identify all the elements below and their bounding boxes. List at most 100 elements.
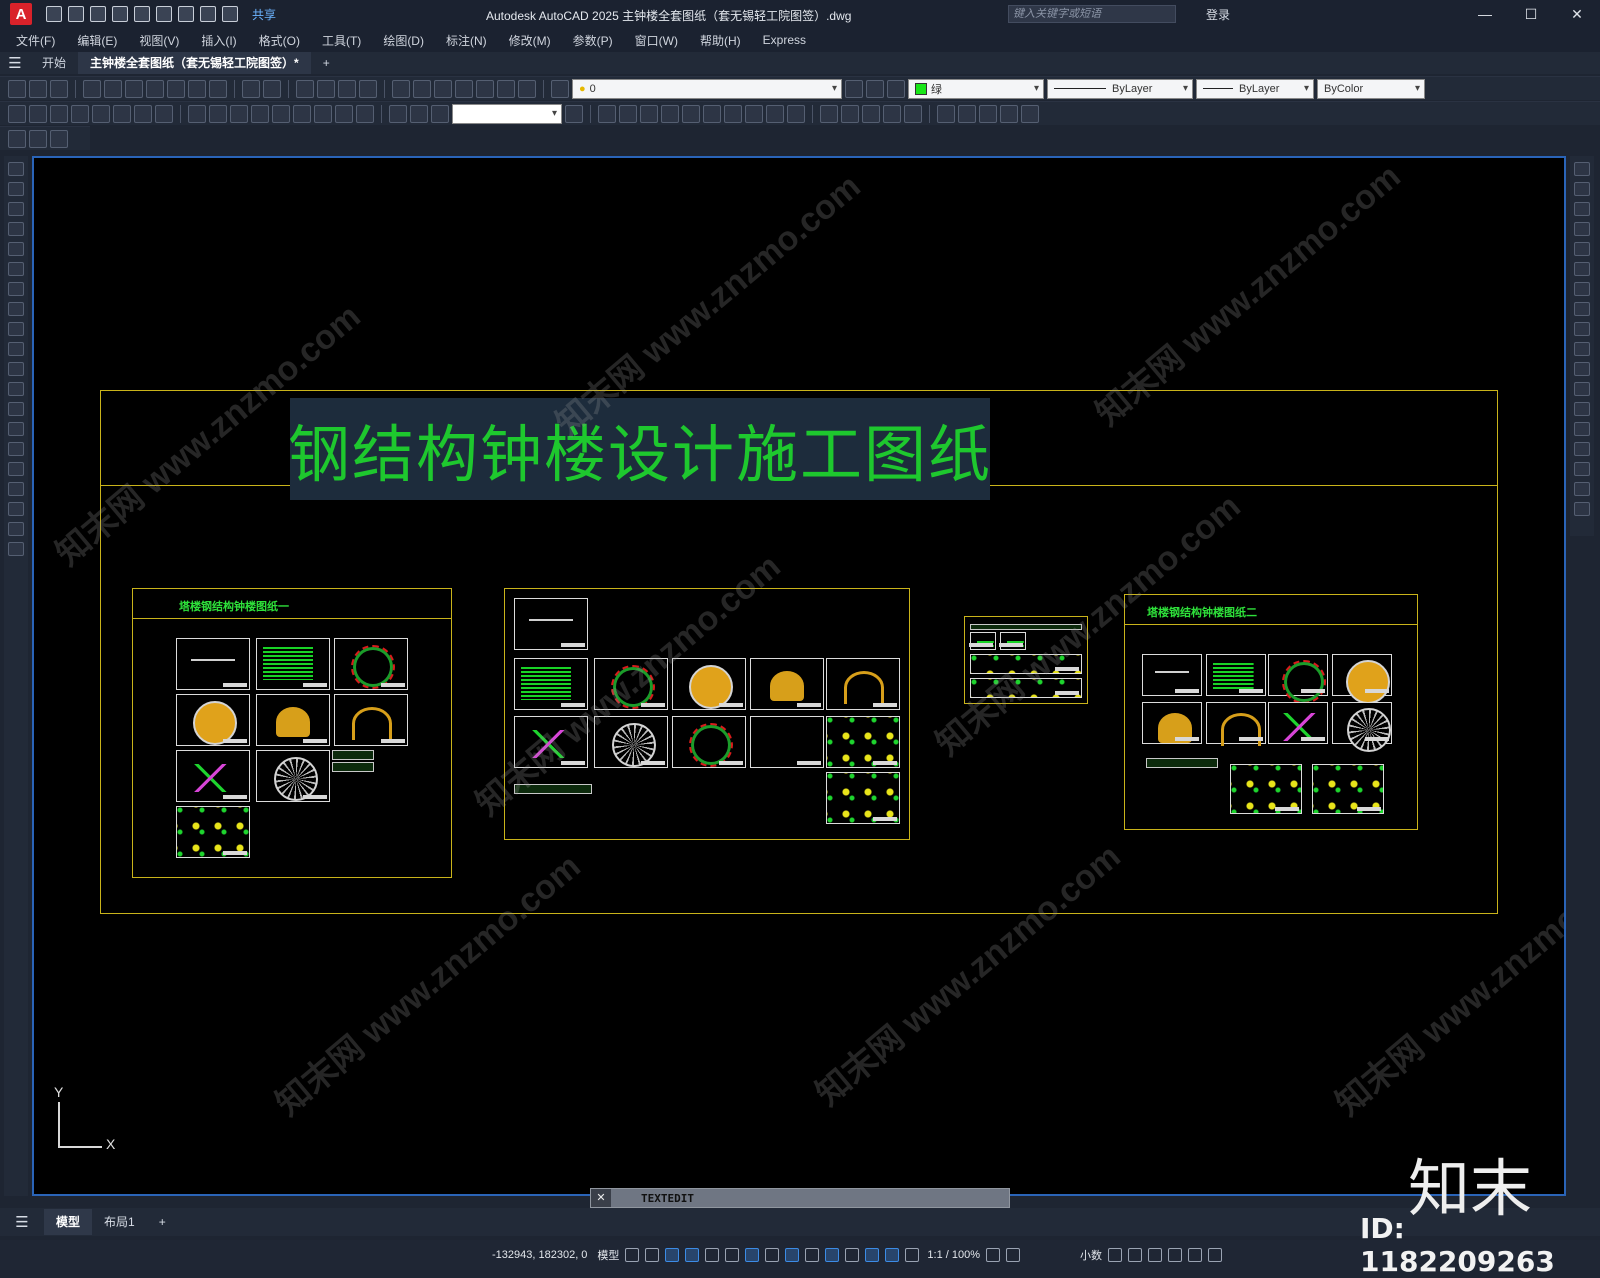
ucs-world-icon[interactable] <box>958 104 976 123</box>
layer-states-icon[interactable] <box>887 79 905 98</box>
offset-icon[interactable] <box>1574 222 1590 236</box>
layer-walk-icon[interactable] <box>50 129 68 148</box>
add-layout-button[interactable]: + <box>147 1209 178 1235</box>
drawing-thumbnail[interactable] <box>672 716 746 768</box>
aligned-dim-icon[interactable] <box>29 104 47 123</box>
drawing-thumbnail[interactable] <box>750 716 824 768</box>
drawing-thumbnail[interactable] <box>672 658 746 710</box>
chamfer-icon[interactable] <box>1574 442 1590 456</box>
view-sw-iso-icon[interactable] <box>724 104 742 123</box>
drawing-thumbnail[interactable] <box>969 632 996 650</box>
center-mark-icon[interactable] <box>314 104 332 123</box>
drawing-thumbnail[interactable] <box>176 694 250 746</box>
color-dropdown[interactable]: 绿 <box>908 78 1044 99</box>
block-create-icon[interactable] <box>29 129 47 148</box>
block-insert-icon[interactable] <box>8 129 26 148</box>
drawing-thumbnail[interactable] <box>970 654 1082 674</box>
design-center-icon[interactable] <box>413 79 431 98</box>
calculator-icon[interactable] <box>497 79 515 98</box>
drawing-thumbnail[interactable] <box>1332 702 1392 752</box>
view-nw-iso-icon[interactable] <box>787 104 805 123</box>
gradient-icon[interactable] <box>8 462 24 476</box>
customization-icon[interactable] <box>1208 1248 1223 1262</box>
tab-model[interactable]: 模型 <box>44 1209 93 1235</box>
scale-icon[interactable] <box>1574 302 1590 316</box>
isodraft-icon[interactable] <box>705 1248 720 1262</box>
shade-realistic-icon[interactable] <box>883 104 901 123</box>
drawing-thumbnail[interactable] <box>826 772 900 824</box>
quick-dim-icon[interactable] <box>188 104 206 123</box>
shade-hidden-icon[interactable] <box>862 104 880 123</box>
trim-icon[interactable] <box>1574 342 1590 356</box>
layer-previous-icon[interactable] <box>866 79 884 98</box>
model-space-toggle[interactable]: 模型 <box>597 1247 619 1263</box>
properties-icon[interactable] <box>392 79 410 98</box>
menu-format[interactable]: 格式(O) <box>259 32 300 49</box>
erase-icon[interactable] <box>1574 162 1590 176</box>
view-bottom-icon[interactable] <box>619 104 637 123</box>
new-file-icon[interactable] <box>46 6 62 22</box>
undo-icon[interactable] <box>242 79 260 98</box>
menu-draw[interactable]: 绘图(D) <box>383 32 424 49</box>
drawing-thumbnail[interactable] <box>1268 702 1328 744</box>
print-icon[interactable] <box>83 79 101 98</box>
command-input[interactable]: TEXTEDIT <box>641 1192 694 1205</box>
dim-style-dropdown[interactable] <box>452 103 562 124</box>
menu-insert[interactable]: 插入(I) <box>201 32 236 49</box>
table-icon[interactable] <box>8 502 24 516</box>
zoom-previous-icon[interactable] <box>359 79 377 98</box>
polyline-icon[interactable] <box>8 202 24 216</box>
blend-icon[interactable] <box>1574 482 1590 496</box>
tab-start[interactable]: 开始 <box>30 52 78 74</box>
share-button[interactable]: 共享 <box>252 6 276 23</box>
view-left-icon[interactable] <box>640 104 658 123</box>
drawing-thumbnail[interactable] <box>1230 764 1302 814</box>
drawing-thumbnail[interactable] <box>1312 764 1384 814</box>
pan-icon[interactable] <box>296 79 314 98</box>
grid-icon[interactable] <box>625 1248 640 1262</box>
region-icon[interactable] <box>8 482 24 496</box>
drawing-thumbnail[interactable] <box>514 716 588 768</box>
spline-icon[interactable] <box>8 322 24 336</box>
add-selected-icon[interactable] <box>8 542 24 556</box>
transparency-icon[interactable] <box>785 1248 800 1262</box>
mtext-icon[interactable] <box>8 522 24 536</box>
minimize-icon[interactable]: — <box>1462 0 1508 28</box>
snap-icon[interactable] <box>645 1248 660 1262</box>
extend-icon[interactable] <box>1574 362 1590 376</box>
radius-dim-icon[interactable] <box>92 104 110 123</box>
linear-dim-icon[interactable] <box>8 104 26 123</box>
array-icon[interactable] <box>1574 242 1590 256</box>
drawing-thumbnail[interactable] <box>970 678 1082 698</box>
ortho-icon[interactable] <box>665 1248 680 1262</box>
copy-icon[interactable] <box>167 79 185 98</box>
drawing-thumbnail[interactable] <box>334 694 408 746</box>
markup-icon[interactable] <box>476 79 494 98</box>
drawing-thumbnail[interactable] <box>1142 654 1202 696</box>
revcloud-icon[interactable] <box>8 302 24 316</box>
dim-style-icon[interactable] <box>565 104 583 123</box>
object-snap-icon[interactable] <box>745 1248 760 1262</box>
tool-palettes-icon[interactable] <box>434 79 452 98</box>
menu-express[interactable]: Express <box>763 33 806 47</box>
workspace-gear-icon[interactable] <box>986 1248 1001 1262</box>
drawing-thumbnail[interactable] <box>750 658 824 710</box>
tolerance-icon[interactable] <box>293 104 311 123</box>
detail-thumbnail[interactable] <box>514 784 592 794</box>
view-back-icon[interactable] <box>703 104 721 123</box>
fillet-icon[interactable] <box>1574 462 1590 476</box>
object-snap-tracking-icon[interactable] <box>725 1248 740 1262</box>
redo-icon[interactable] <box>263 79 281 98</box>
lock-ui-icon[interactable] <box>1128 1248 1143 1262</box>
stretch-icon[interactable] <box>1574 322 1590 336</box>
menu-modify[interactable]: 修改(M) <box>509 32 551 49</box>
undo-icon[interactable] <box>200 6 216 22</box>
layer-properties-icon[interactable] <box>551 79 569 98</box>
view-right-icon[interactable] <box>661 104 679 123</box>
ucs-object-icon[interactable] <box>1021 104 1039 123</box>
search-input[interactable]: 键入关键字或短语 <box>1008 5 1176 23</box>
match-properties-icon[interactable] <box>209 79 227 98</box>
jogged-dim-icon[interactable] <box>113 104 131 123</box>
drawing-thumbnail[interactable] <box>334 638 408 690</box>
menu-tools[interactable]: 工具(T) <box>322 32 361 49</box>
